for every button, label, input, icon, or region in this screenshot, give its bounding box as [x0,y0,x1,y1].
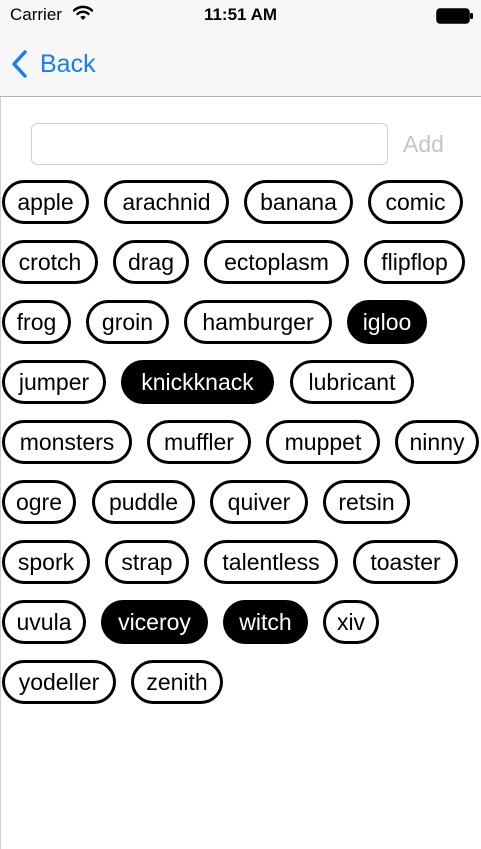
tag[interactable]: comic [368,180,463,224]
tag-row: ogre puddle quiver retsin [0,480,481,540]
tag[interactable]: arachnid [104,180,229,224]
tag-row: apple arachnid banana comic [0,180,481,240]
tag-row: frog groin hamburger igloo [0,300,481,360]
tag-cloud: apple arachnid banana comic crotch drag … [0,180,481,720]
tag[interactable]: lubricant [290,360,414,404]
tag[interactable]: yodeller [2,660,116,704]
tag[interactable]: zenith [131,660,223,704]
tag[interactable]: ectoplasm [204,240,349,284]
tag[interactable]: talentless [204,540,338,584]
tag[interactable]: groin [86,300,169,344]
tag-row: yodeller zenith [0,660,481,720]
tag[interactable]: xiv [323,600,379,644]
tag[interactable]: ninny [395,420,479,464]
tag[interactable]: flipflop [364,240,465,284]
navigation-bar: Back [0,32,481,97]
tag[interactable]: knickknack [121,360,274,404]
chevron-left-icon [12,50,27,78]
battery-icon [436,8,473,24]
tag[interactable]: toaster [353,540,458,584]
tag[interactable]: banana [244,180,353,224]
tag[interactable]: spork [2,540,90,584]
tag[interactable]: drag [113,240,189,284]
tag[interactable]: igloo [347,300,427,344]
tag[interactable]: hamburger [184,300,332,344]
tag[interactable]: jumper [2,360,106,404]
tag[interactable]: monsters [2,420,132,464]
back-label: Back [40,49,96,78]
clock: 11:51 AM [203,5,278,24]
status-bar: Carrier 11:51 AM [0,0,481,32]
tag-input[interactable] [31,123,388,165]
tag[interactable]: quiver [210,480,308,524]
tag-row: monsters muffler muppet ninny [0,420,481,480]
tag[interactable]: apple [2,180,89,224]
tag-row: jumper knickknack lubricant [0,360,481,420]
tag[interactable]: muffler [147,420,251,464]
tag[interactable]: witch [223,600,308,644]
tag[interactable]: viceroy [101,600,208,644]
tag-row: spork strap talentless toaster [0,540,481,600]
tag[interactable]: muppet [266,420,380,464]
tag[interactable]: frog [2,300,71,344]
add-button[interactable]: Add [403,131,444,158]
tag[interactable]: crotch [2,240,98,284]
tag[interactable]: puddle [92,480,195,524]
tag[interactable]: uvula [2,600,86,644]
back-button[interactable]: Back [10,46,96,82]
tag-row: uvula viceroy witch xiv [0,600,481,660]
tag[interactable]: strap [105,540,189,584]
tag-row: crotch drag ectoplasm flipflop [0,240,481,300]
tag[interactable]: ogre [2,480,76,524]
tag[interactable]: retsin [323,480,410,524]
